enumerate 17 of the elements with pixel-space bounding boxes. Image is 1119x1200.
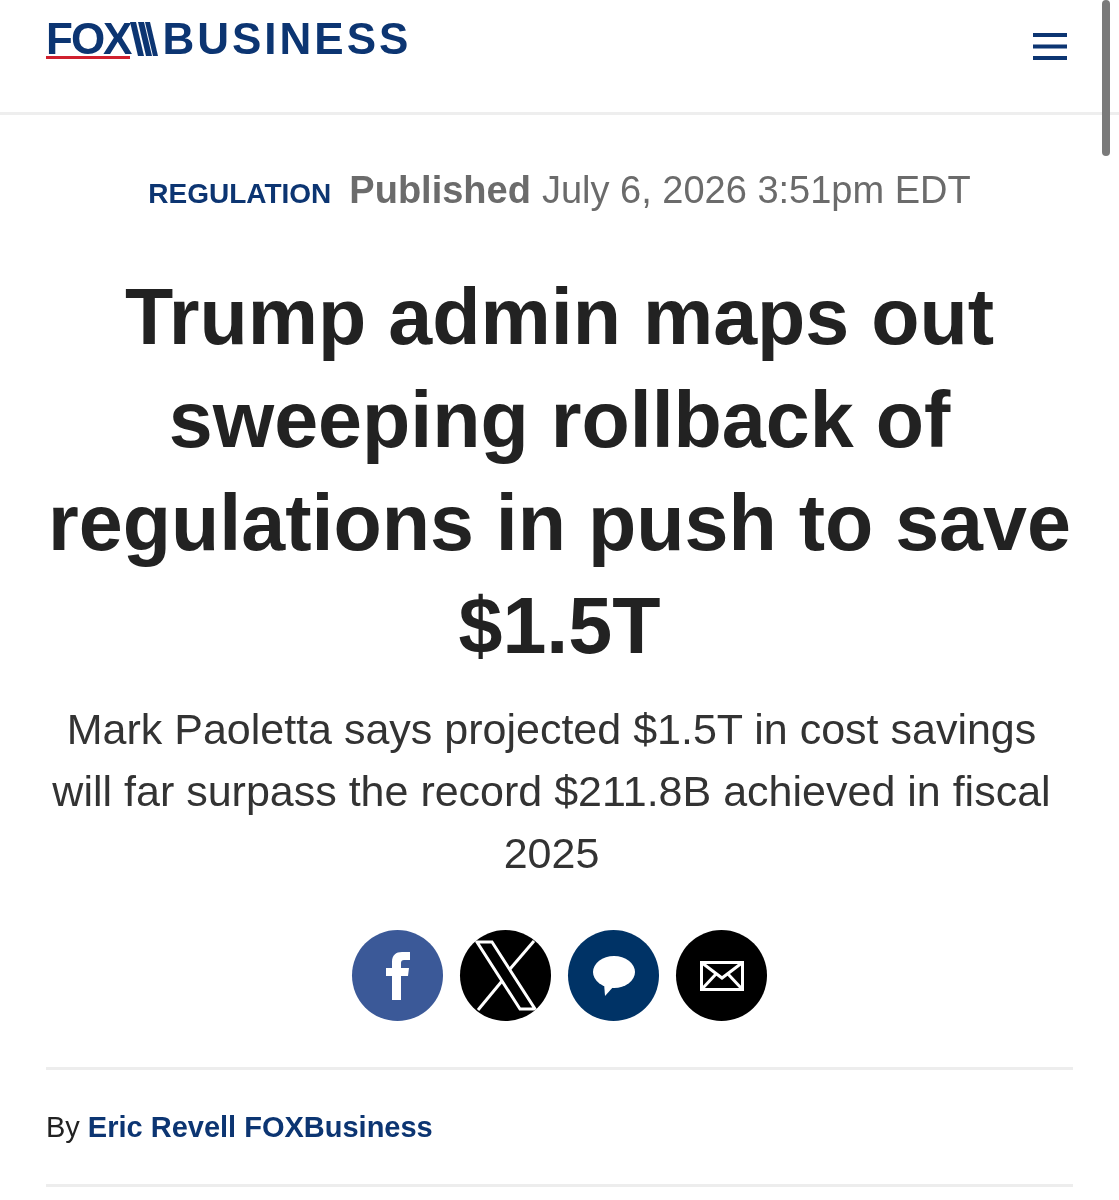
x-logo-icon [474,940,537,1011]
published-time: July 6, 2026 3:51pm EDT [541,168,971,213]
speech-bubble-icon [592,955,635,996]
author-link[interactable]: Eric Revell [87,1107,237,1147]
scrollbar-thumb[interactable] [1102,0,1110,156]
logo-business-text[interactable]: BUSINESS [162,22,412,56]
byline-prefix: By [46,1110,80,1145]
logo-slashes-icon [130,22,159,56]
category-link[interactable]: REGULATION [148,171,332,216]
published-label: Published [349,168,531,213]
article-subheadline: Mark Paoletta says projected $1.5T in cost savings will far surpass the record $211.8B achieved in fiscal 2025 [51,704,1052,879]
envelope-icon [699,960,744,991]
article-headline: Trump admin maps out sweeping rollback of regulations in push to save $1.5T [47,271,1072,672]
f-logo-icon [385,951,410,1000]
source-link[interactable]: FOXBusiness [244,1107,433,1147]
logo-fox-text[interactable]: FOX [46,22,131,59]
menu-icon[interactable] [1033,33,1067,60]
